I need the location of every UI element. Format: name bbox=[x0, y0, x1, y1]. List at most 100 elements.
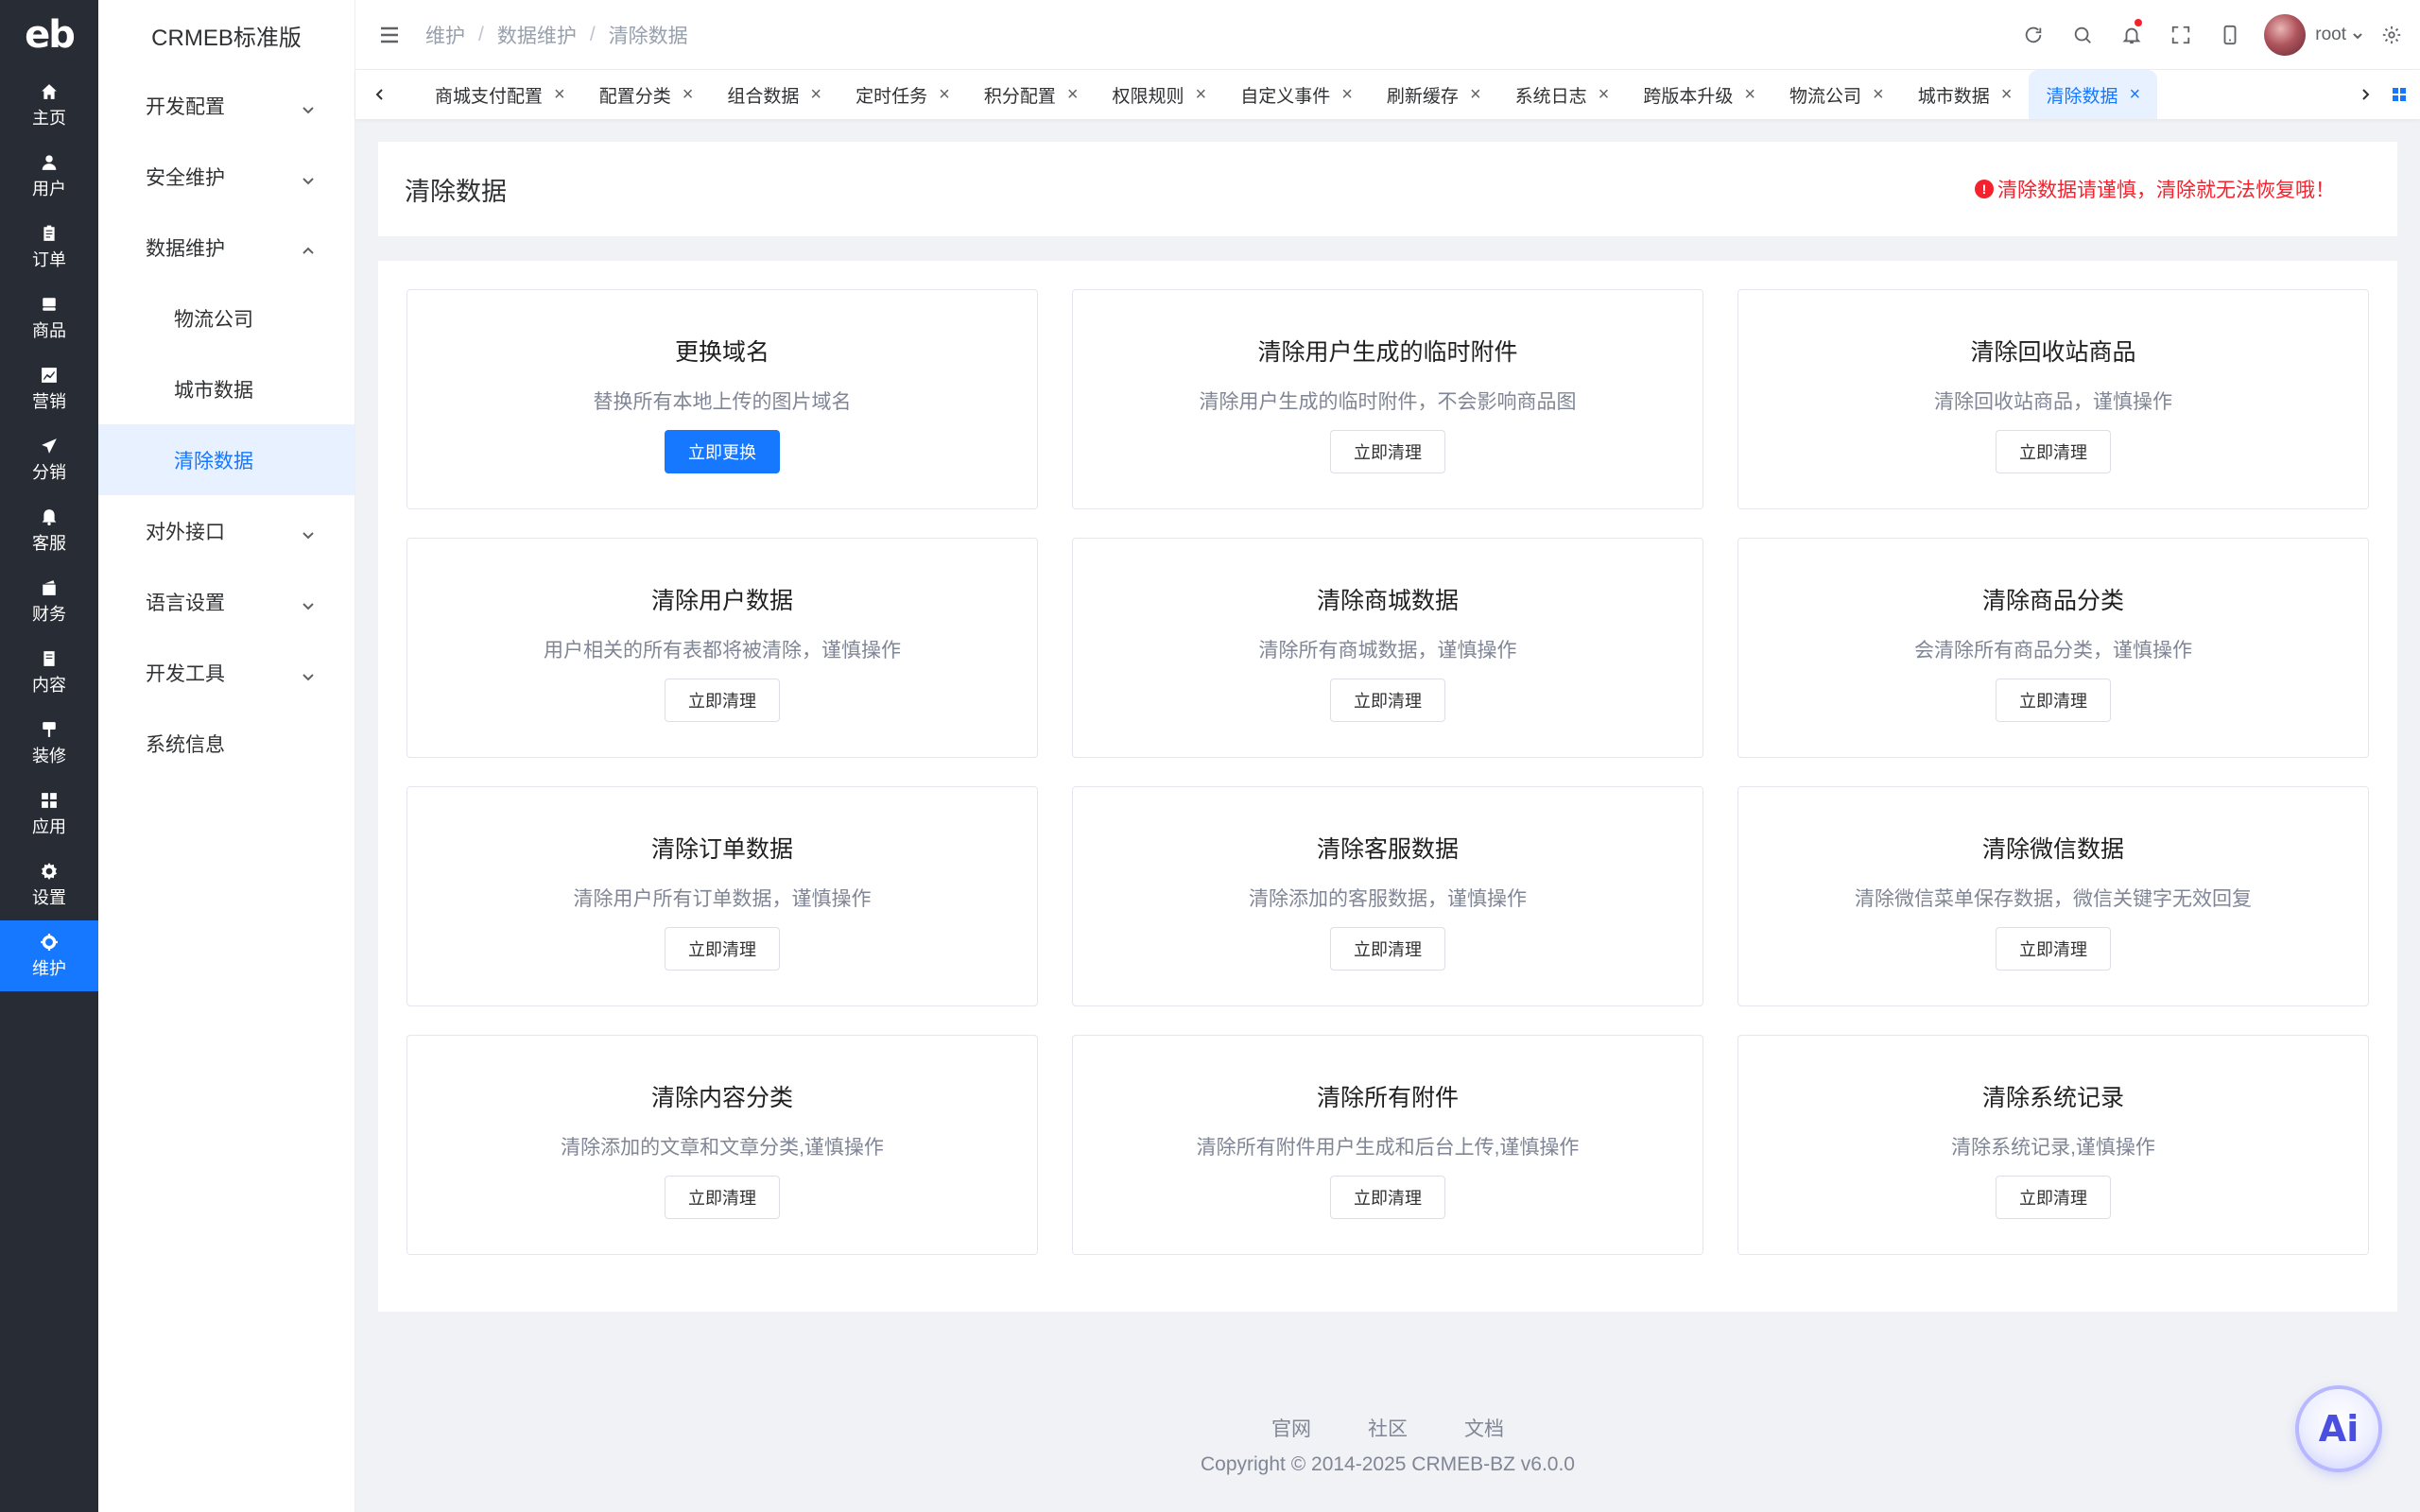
footer-link-docs[interactable]: 文档 bbox=[1464, 1414, 1504, 1442]
chevron-down-icon bbox=[302, 666, 315, 680]
tabs-scroll-left-icon[interactable] bbox=[367, 70, 393, 119]
rail-item-home[interactable]: 主页 bbox=[0, 70, 98, 141]
close-icon[interactable]: × bbox=[2001, 84, 2013, 106]
user-menu[interactable]: root bbox=[2264, 14, 2363, 56]
menu-toggle-icon[interactable] bbox=[378, 24, 401, 46]
tab-item[interactable]: 组合数据 × bbox=[710, 70, 838, 119]
clear-button[interactable]: 立即清理 bbox=[1330, 430, 1445, 473]
clear-button[interactable]: 立即清理 bbox=[665, 927, 780, 971]
tab-label: 物流公司 bbox=[1789, 86, 1862, 107]
search-icon[interactable] bbox=[2058, 0, 2107, 70]
gear-icon[interactable] bbox=[2373, 0, 2411, 70]
submenu-item-clear-data[interactable]: 清除数据 bbox=[98, 424, 354, 495]
card-desc: 清除所有商城数据，谨慎操作 bbox=[1258, 640, 1517, 662]
close-icon[interactable]: × bbox=[810, 84, 821, 106]
submenu-item-city-data[interactable]: 城市数据 bbox=[98, 353, 354, 424]
submenu-system-info[interactable]: 系统信息 bbox=[98, 708, 354, 779]
clear-button[interactable]: 立即清理 bbox=[1330, 1176, 1445, 1219]
rail-item-user[interactable]: 用户 bbox=[0, 141, 98, 212]
close-icon[interactable]: × bbox=[1873, 84, 1884, 106]
clear-button[interactable]: 立即清理 bbox=[1996, 927, 2111, 971]
submenu-language[interactable]: 语言设置 bbox=[98, 566, 354, 637]
submenu-label: 语言设置 bbox=[146, 592, 225, 614]
clear-button[interactable]: 立即清理 bbox=[1996, 430, 2111, 473]
tab-item[interactable]: 配置分类 × bbox=[582, 70, 711, 119]
tab-item[interactable]: 刷新缓存 × bbox=[1370, 70, 1498, 119]
footer-link-website[interactable]: 官网 bbox=[1271, 1414, 1311, 1442]
close-icon[interactable]: × bbox=[1341, 84, 1353, 106]
submenu-data-maintenance[interactable]: 数据维护 bbox=[98, 212, 354, 283]
card-title: 清除所有附件 bbox=[1316, 1085, 1459, 1111]
content-icon bbox=[40, 649, 59, 668]
submenu-dev-tools[interactable]: 开发工具 bbox=[98, 637, 354, 708]
footer-link-community[interactable]: 社区 bbox=[1368, 1414, 1408, 1442]
clear-data-panel: 更换域名 替换所有本地上传的图片域名 立即更换 清除用户生成的临时附件 清除用户… bbox=[378, 261, 2397, 1312]
close-icon[interactable]: × bbox=[1470, 84, 1481, 106]
close-icon[interactable]: × bbox=[683, 84, 694, 106]
rail-item-content[interactable]: 内容 bbox=[0, 637, 98, 708]
tab-item[interactable]: 积分配置 × bbox=[967, 70, 1096, 119]
tabs-scroll-right-icon[interactable] bbox=[2352, 70, 2378, 119]
order-icon bbox=[40, 224, 59, 243]
clear-button[interactable]: 立即清理 bbox=[1996, 1176, 2111, 1219]
tabs-menu-icon[interactable] bbox=[2378, 70, 2420, 119]
breadcrumb-separator: / bbox=[589, 23, 596, 45]
icon-rail: eb 主页 用户 订单 商品 营销 分销 客服 财务 内容 装修 应用 设置 维… bbox=[0, 0, 98, 1512]
ai-assistant-button[interactable]: Ai bbox=[2299, 1389, 2378, 1469]
chevron-up-icon bbox=[302, 241, 315, 254]
rail-item-distribution[interactable]: 分销 bbox=[0, 424, 98, 495]
rail-item-decoration[interactable]: 装修 bbox=[0, 708, 98, 779]
tab-item[interactable]: 商城支付配置 × bbox=[418, 70, 582, 119]
breadcrumb-item[interactable]: 维护 bbox=[425, 21, 465, 49]
rail-item-service[interactable]: 客服 bbox=[0, 495, 98, 566]
rail-item-finance[interactable]: 财务 bbox=[0, 566, 98, 637]
tab-item-active[interactable]: 清除数据 × bbox=[2029, 70, 2158, 119]
rail-item-marketing[interactable]: 营销 bbox=[0, 353, 98, 424]
card-desc: 用户相关的所有表都将被清除，谨慎操作 bbox=[544, 640, 901, 662]
clear-button[interactable]: 立即清理 bbox=[1330, 679, 1445, 722]
refresh-icon[interactable] bbox=[2009, 0, 2058, 70]
submenu-security[interactable]: 安全维护 bbox=[98, 141, 354, 212]
close-icon[interactable]: × bbox=[939, 84, 950, 106]
rail-item-settings[interactable]: 设置 bbox=[0, 850, 98, 920]
page-title: 清除数据 bbox=[405, 177, 507, 206]
tab-item[interactable]: 物流公司 × bbox=[1772, 70, 1901, 119]
rail-item-maintenance[interactable]: 维护 bbox=[0, 920, 98, 991]
app-logo[interactable]: eb bbox=[0, 0, 98, 70]
rail-item-product[interactable]: 商品 bbox=[0, 283, 98, 353]
mobile-icon[interactable] bbox=[2205, 0, 2255, 70]
close-icon[interactable]: × bbox=[554, 84, 565, 106]
card-clear-product-categories: 清除商品分类 会清除所有商品分类，谨慎操作 立即清理 bbox=[1737, 538, 2369, 758]
tab-item[interactable]: 权限规则 × bbox=[1096, 70, 1224, 119]
tab-label: 清除数据 bbox=[2046, 86, 2118, 107]
card-desc: 会清除所有商品分类，谨慎操作 bbox=[1914, 640, 2192, 662]
close-icon[interactable]: × bbox=[1067, 84, 1079, 106]
close-icon[interactable]: × bbox=[1196, 84, 1207, 106]
close-icon[interactable]: × bbox=[1599, 84, 1610, 106]
tab-item[interactable]: 城市数据 × bbox=[1901, 70, 2030, 119]
card-clear-system-logs: 清除系统记录 清除系统记录,谨慎操作 立即清理 bbox=[1737, 1035, 2369, 1255]
clear-button[interactable]: 立即清理 bbox=[1330, 927, 1445, 971]
card-clear-temp-attachments: 清除用户生成的临时附件 清除用户生成的临时附件，不会影响商品图 立即清理 bbox=[1072, 289, 1703, 509]
submenu-external-api[interactable]: 对外接口 bbox=[98, 495, 354, 566]
tab-label: 系统日志 bbox=[1514, 86, 1587, 107]
tab-item[interactable]: 系统日志 × bbox=[1498, 70, 1627, 119]
header-actions: root bbox=[2009, 0, 2411, 70]
fullscreen-icon[interactable] bbox=[2156, 0, 2205, 70]
clear-button[interactable]: 立即清理 bbox=[665, 679, 780, 722]
tab-item[interactable]: 定时任务 × bbox=[838, 70, 967, 119]
submenu-item-logistics[interactable]: 物流公司 bbox=[98, 283, 354, 353]
breadcrumb-item[interactable]: 数据维护 bbox=[497, 21, 577, 49]
close-icon[interactable]: × bbox=[1744, 84, 1755, 106]
rail-item-order[interactable]: 订单 bbox=[0, 212, 98, 283]
tab-item[interactable]: 自定义事件 × bbox=[1223, 70, 1370, 119]
close-icon[interactable]: × bbox=[2129, 84, 2140, 106]
bell-icon[interactable] bbox=[2107, 0, 2156, 70]
distribution-icon bbox=[40, 437, 59, 455]
clear-button[interactable]: 立即清理 bbox=[665, 1176, 780, 1219]
clear-button[interactable]: 立即清理 bbox=[1996, 679, 2111, 722]
tab-item[interactable]: 跨版本升级 × bbox=[1626, 70, 1772, 119]
rail-item-apps[interactable]: 应用 bbox=[0, 779, 98, 850]
submenu-dev-config[interactable]: 开发配置 bbox=[98, 70, 354, 141]
change-domain-button[interactable]: 立即更换 bbox=[665, 430, 780, 473]
